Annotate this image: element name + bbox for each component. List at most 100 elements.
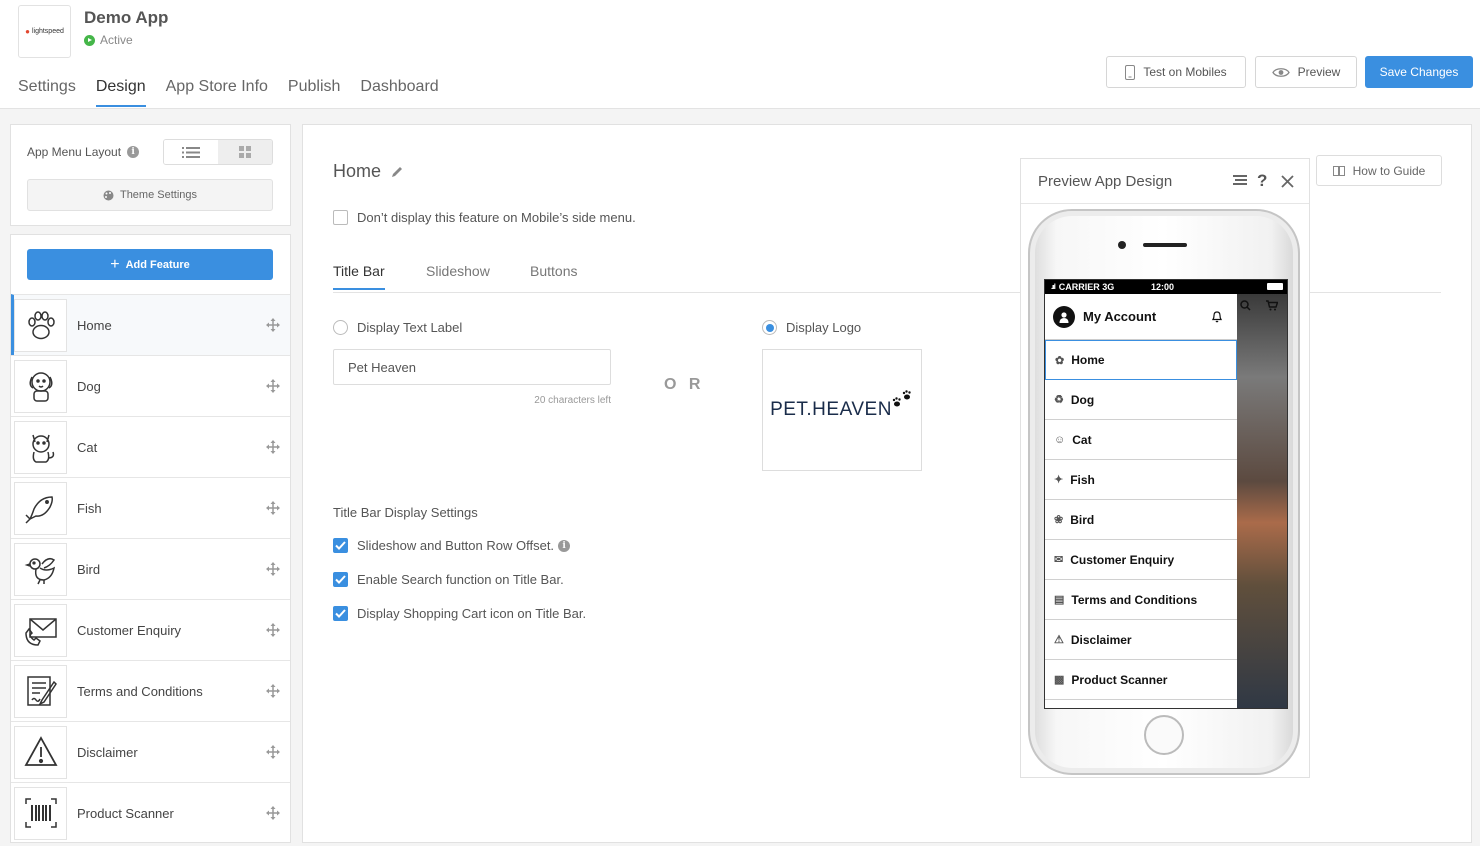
display-text-radio[interactable]	[333, 320, 348, 335]
feature-item-dog[interactable]: Dog	[11, 355, 290, 416]
tab-publish[interactable]: Publish	[288, 78, 340, 107]
theme-settings-button[interactable]: Theme Settings	[27, 179, 273, 211]
hide-from-menu-option[interactable]: Don’t display this feature on Mobile’s s…	[333, 210, 636, 225]
setting-cart[interactable]: Display Shopping Cart icon on Title Bar.	[333, 606, 586, 621]
phone-camera	[1118, 241, 1126, 249]
side-menu: My Account ✿ Home ♻ Dog ☺ Cat ✦ Fish ❀ B…	[1045, 294, 1237, 708]
feature-item-disclaimer[interactable]: Disclaimer	[11, 721, 290, 782]
drag-handle-icon[interactable]	[266, 562, 280, 576]
display-logo-label: Display Logo	[786, 320, 862, 335]
display-logo-option[interactable]: Display Logo	[762, 320, 861, 335]
drag-handle-icon[interactable]	[266, 379, 280, 393]
info-icon[interactable]: i	[558, 539, 571, 552]
user-icon	[1053, 305, 1075, 328]
cat-icon: ☺	[1054, 433, 1066, 446]
menu-item-cat[interactable]: ☺ Cat	[1045, 420, 1237, 460]
characters-left: 20 characters left	[534, 395, 611, 406]
feature-item-home[interactable]: Home	[11, 294, 290, 355]
menu-item-bird[interactable]: ❀ Bird	[1045, 500, 1237, 540]
drag-handle-icon[interactable]	[266, 806, 280, 820]
menu-item-customer-enquiry[interactable]: ✉ Customer Enquiry	[1045, 540, 1237, 580]
help-icon[interactable]: ?	[1257, 171, 1267, 191]
add-feature-button[interactable]: + Add Feature	[27, 249, 273, 280]
tab-settings[interactable]: Settings	[18, 78, 76, 107]
menu-lines-icon[interactable]	[1233, 175, 1247, 187]
drag-handle-icon[interactable]	[266, 440, 280, 454]
menu-item-disclaimer[interactable]: ⚠ Disclaimer	[1045, 620, 1237, 660]
row-offset-checkbox[interactable]	[333, 538, 348, 553]
feature-item-cat[interactable]: Cat	[11, 416, 290, 477]
list-layout-button[interactable]	[164, 140, 218, 164]
logo-preview-text: PET.HEAVEN	[770, 399, 892, 420]
feature-title-text: Home	[333, 161, 382, 181]
menu-item-terms-and-conditions[interactable]: ▤ Terms and Conditions	[1045, 580, 1237, 620]
feature-label: Product Scanner	[77, 805, 174, 821]
settings-heading: Title Bar Display Settings	[333, 505, 478, 520]
tab-app-store-info[interactable]: App Store Info	[166, 78, 268, 107]
theme-settings-label: Theme Settings	[119, 189, 198, 201]
title-text-input[interactable]: Pet Heaven	[333, 349, 611, 385]
paw-print-icon	[892, 390, 911, 407]
dog-icon: ♻	[1054, 394, 1064, 406]
tab-design[interactable]: Design	[95, 78, 146, 107]
pencil-icon[interactable]	[391, 166, 403, 178]
close-icon[interactable]	[1281, 175, 1294, 188]
feature-item-terms-and-conditions[interactable]: Terms and Conditions	[11, 660, 290, 721]
grid-layout-button[interactable]	[218, 140, 272, 164]
feature-item-product-scanner[interactable]: Product Scanner	[11, 782, 290, 842]
subtab-buttons[interactable]: Buttons	[530, 263, 577, 288]
bell-icon[interactable]	[1211, 310, 1223, 323]
feature-item-customer-enquiry[interactable]: Customer Enquiry	[11, 599, 290, 660]
setting-search[interactable]: Enable Search function on Title Bar.	[333, 572, 564, 587]
cart-icon	[1266, 300, 1278, 311]
subtab-slideshow[interactable]: Slideshow	[426, 263, 490, 288]
hide-from-menu-checkbox[interactable]	[333, 210, 348, 225]
drag-handle-icon[interactable]	[266, 318, 280, 332]
drag-handle-icon[interactable]	[266, 684, 280, 698]
info-icon[interactable]: i	[127, 146, 140, 158]
setting-row-offset[interactable]: Slideshow and Button Row Offset. i	[333, 538, 571, 553]
features-panel: + Add Feature Home Dog Cat Fish Bird Cus…	[10, 234, 291, 843]
feature-item-bird[interactable]: Bird	[11, 538, 290, 599]
document-pen-icon	[14, 664, 67, 718]
preview-header: Preview App Design ?	[1021, 159, 1309, 204]
fish-icon: ✦	[1054, 474, 1064, 486]
display-logo-radio[interactable]	[762, 320, 777, 335]
search-checkbox[interactable]	[333, 572, 348, 587]
my-account-row[interactable]: My Account	[1045, 294, 1237, 340]
tab-dashboard[interactable]: Dashboard	[360, 78, 438, 107]
test-on-mobiles-button[interactable]: Test on Mobiles	[1106, 56, 1246, 88]
feature-title: Home	[333, 161, 403, 182]
feature-item-fish[interactable]: Fish	[11, 477, 290, 538]
cart-checkbox[interactable]	[333, 606, 348, 621]
eye-icon	[1271, 67, 1290, 77]
menu-item-dog[interactable]: ♻ Dog	[1045, 380, 1237, 420]
dog-icon	[14, 359, 67, 413]
book-icon	[1332, 165, 1345, 176]
drag-handle-icon[interactable]	[266, 501, 280, 515]
how-to-guide-button[interactable]: How to Guide	[1316, 155, 1442, 186]
menu-item-fish[interactable]: ✦ Fish	[1045, 460, 1237, 500]
menu-item-label: Disclaimer	[1070, 632, 1132, 647]
menu-item-home[interactable]: ✿ Home	[1045, 340, 1237, 380]
menu-item-product-scanner[interactable]: ▩ Product Scanner	[1045, 660, 1237, 700]
feature-label: Terms and Conditions	[77, 683, 203, 699]
paw-icon: ✿	[1055, 354, 1065, 367]
display-text-label-option[interactable]: Display Text Label	[333, 320, 462, 335]
feature-label: Cat	[77, 439, 98, 455]
menu-item-label: Dog	[1070, 392, 1095, 407]
feature-label: Dog	[77, 378, 101, 394]
menu-item-label: Home	[1071, 353, 1105, 367]
drag-handle-icon[interactable]	[266, 623, 280, 637]
logo-upload[interactable]: PET.HEAVEN	[762, 349, 922, 471]
check-icon	[335, 575, 346, 584]
save-changes-button[interactable]: Save Changes	[1365, 56, 1473, 88]
drag-handle-icon[interactable]	[266, 745, 280, 759]
envelope-phone-icon	[14, 603, 67, 657]
phone-speaker	[1143, 243, 1187, 247]
test-on-mobiles-label: Test on Mobiles	[1143, 65, 1227, 79]
barcode-icon: ▩	[1054, 674, 1065, 686]
preview-button[interactable]: Preview	[1255, 56, 1357, 88]
app-name: Demo App	[84, 8, 169, 27]
subtab-title-bar[interactable]: Title Bar	[333, 263, 385, 290]
